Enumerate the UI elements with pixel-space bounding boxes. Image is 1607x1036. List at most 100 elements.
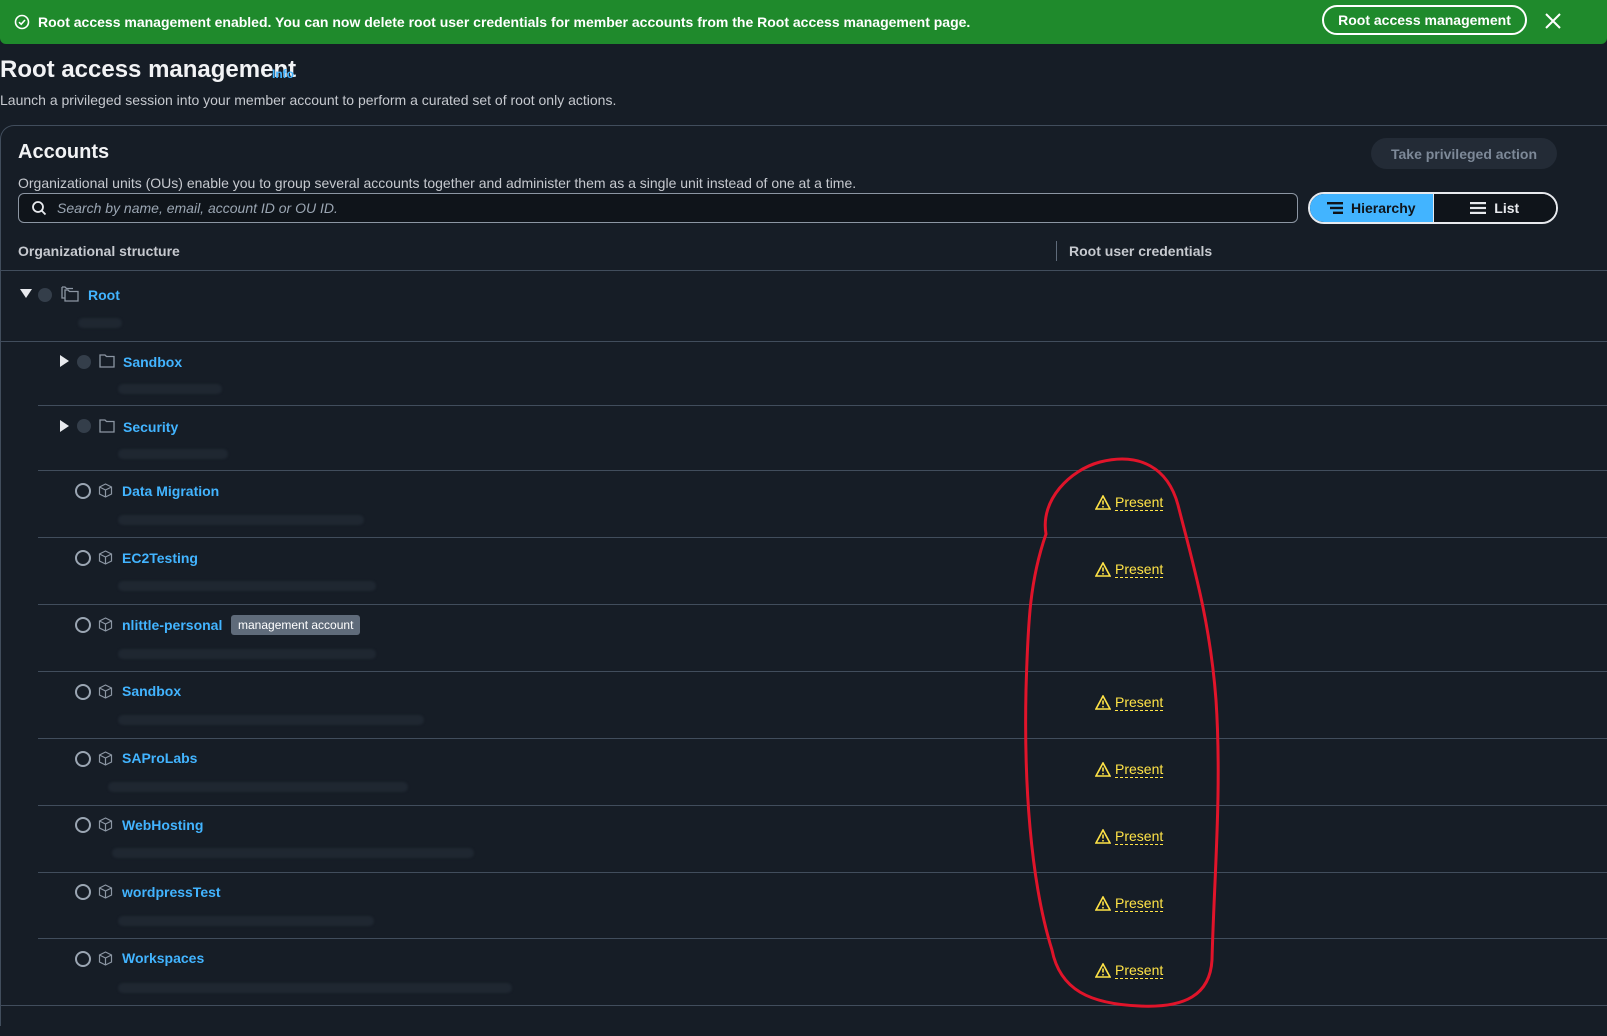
credentials-status[interactable]: Present: [1095, 962, 1164, 979]
account-link[interactable]: WebHosting: [122, 817, 203, 833]
credentials-status[interactable]: Present: [1095, 895, 1164, 912]
root-folder-icon: [61, 286, 79, 302]
folder-icon: [99, 419, 115, 433]
account-cube-icon: [98, 884, 113, 899]
credentials-status[interactable]: Present: [1095, 494, 1164, 511]
list-icon: [1470, 202, 1487, 214]
warning-icon: [1095, 829, 1111, 844]
account-radio[interactable]: [75, 817, 91, 833]
list-toggle[interactable]: List: [1432, 194, 1556, 222]
account-link[interactable]: SAProLabs: [122, 750, 197, 766]
redacted-email: [118, 916, 374, 926]
banner-message: Root access management enabled. You can …: [38, 14, 971, 30]
root-access-management-button[interactable]: Root access management: [1322, 5, 1527, 35]
account-radio[interactable]: [75, 684, 91, 700]
warning-icon: [1095, 562, 1111, 577]
row-divider: [38, 405, 1607, 406]
account-radio[interactable]: [75, 951, 91, 967]
column-divider: [1056, 241, 1057, 261]
expand-caret-right-icon[interactable]: [60, 420, 69, 432]
row-divider: [38, 805, 1607, 806]
row-divider: [38, 938, 1607, 939]
redacted-email: [108, 782, 408, 792]
warning-icon: [1095, 963, 1111, 978]
info-link[interactable]: Info: [272, 67, 294, 81]
account-link[interactable]: Data Migration: [122, 483, 219, 499]
header-divider: [0, 270, 1607, 271]
account-radio[interactable]: [75, 751, 91, 767]
expand-caret-right-icon[interactable]: [60, 355, 69, 367]
credentials-status-text: Present: [1115, 561, 1164, 578]
account-cube-icon: [98, 550, 113, 565]
account-radio[interactable]: [75, 483, 91, 499]
search-icon: [32, 201, 47, 216]
page-title: Root access management: [0, 56, 297, 83]
redacted-id: [118, 384, 222, 394]
account-link[interactable]: Sandbox: [122, 683, 181, 699]
column-header-credentials[interactable]: Root user credentials: [1069, 243, 1212, 259]
credentials-status[interactable]: Present: [1095, 561, 1164, 578]
redacted-email: [118, 581, 376, 591]
management-account-badge: management account: [231, 615, 361, 635]
credentials-status-text: Present: [1115, 962, 1164, 979]
close-icon[interactable]: [1542, 10, 1564, 32]
success-check-icon: [14, 14, 30, 30]
credentials-status[interactable]: Present: [1095, 694, 1164, 711]
accounts-description: Organizational units (OUs) enable you to…: [18, 175, 857, 191]
root-link[interactable]: Root: [88, 287, 120, 303]
accounts-title: Accounts: [18, 141, 110, 163]
hierarchy-label: Hierarchy: [1350, 200, 1416, 216]
page-description: Launch a privileged session into your me…: [0, 92, 617, 108]
row-divider: [38, 604, 1607, 605]
view-toggle: Hierarchy List: [1308, 192, 1558, 224]
account-cube-icon: [98, 684, 113, 699]
row-divider: [38, 872, 1607, 873]
list-label: List: [1494, 200, 1520, 216]
redacted-email: [118, 649, 376, 659]
column-header-structure[interactable]: Organizational structure: [18, 243, 180, 259]
redacted-email: [112, 848, 474, 858]
account-link[interactable]: EC2Testing: [122, 550, 198, 566]
selection-dot: [77, 355, 91, 369]
account-cube-icon: [98, 617, 113, 632]
credentials-status[interactable]: Present: [1095, 828, 1164, 845]
warning-icon: [1095, 495, 1111, 510]
row-divider: [38, 671, 1607, 672]
account-cube-icon: [98, 817, 113, 832]
credentials-status-text: Present: [1115, 761, 1164, 778]
warning-icon: [1095, 695, 1111, 710]
account-cube-icon: [98, 751, 113, 766]
account-radio[interactable]: [75, 617, 91, 633]
search-input[interactable]: [55, 199, 1259, 217]
row-divider: [38, 738, 1607, 739]
take-privileged-action-button[interactable]: Take privileged action: [1371, 138, 1557, 169]
credentials-status-text: Present: [1115, 895, 1164, 912]
selection-dot: [77, 419, 91, 433]
credentials-status-text: Present: [1115, 828, 1164, 845]
search-box: [18, 193, 1298, 223]
credentials-status-text: Present: [1115, 494, 1164, 511]
row-divider: [38, 470, 1607, 471]
row-divider: [38, 537, 1607, 538]
redacted-email: [118, 515, 364, 525]
redacted-email: [118, 715, 424, 725]
row-divider: [0, 1005, 1607, 1006]
account-radio[interactable]: [75, 550, 91, 566]
account-cube-icon: [98, 951, 113, 966]
account-link[interactable]: wordpressTest: [122, 884, 221, 900]
row-divider: [0, 341, 1607, 342]
account-link[interactable]: nlittle-personal: [122, 617, 222, 633]
redacted-email: [118, 983, 512, 993]
account-cube-icon: [98, 483, 113, 498]
warning-icon: [1095, 762, 1111, 777]
ou-link[interactable]: Security: [123, 419, 178, 435]
account-link[interactable]: Workspaces: [122, 950, 204, 966]
hierarchy-toggle[interactable]: Hierarchy: [1310, 194, 1433, 222]
credentials-status[interactable]: Present: [1095, 761, 1164, 778]
ou-link[interactable]: Sandbox: [123, 354, 182, 370]
expand-caret-down-icon[interactable]: [20, 289, 32, 298]
redacted-id: [118, 449, 228, 459]
selection-dot: [38, 288, 52, 302]
account-radio[interactable]: [75, 884, 91, 900]
redacted-id: [78, 318, 122, 328]
